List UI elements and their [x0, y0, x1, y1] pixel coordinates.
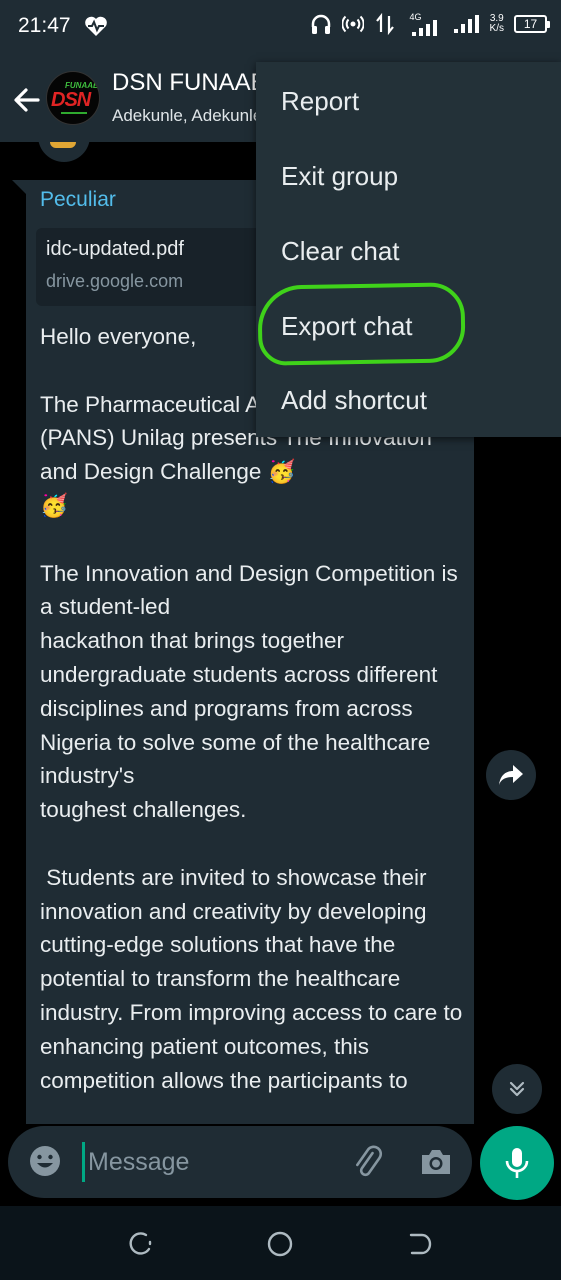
- forward-button[interactable]: [486, 750, 536, 800]
- bubble-tail: [12, 180, 26, 194]
- menu-item-report[interactable]: Report: [256, 64, 561, 138]
- export-chat-highlight-circle: [257, 282, 466, 366]
- signal-icon-2: [453, 15, 479, 33]
- avatar-main-text: DSN: [51, 89, 91, 111]
- emoji-icon[interactable]: [28, 1144, 62, 1178]
- scroll-to-bottom-button[interactable]: [492, 1064, 542, 1114]
- previous-message-bubble[interactable]: [38, 142, 90, 162]
- group-members[interactable]: Adekunle, Adekunle: [112, 106, 262, 126]
- back-arrow-icon[interactable]: [8, 80, 46, 120]
- headphones-icon: [311, 14, 330, 34]
- menu-item-exit-group[interactable]: Exit group: [256, 139, 561, 213]
- group-name[interactable]: DSN FUNAAB: [112, 69, 267, 97]
- menu-item-clear-chat[interactable]: Clear chat: [256, 214, 561, 288]
- double-chevron-down-icon: [509, 1081, 525, 1097]
- status-bar: 21:47 4G 3.9 K/s 17: [0, 0, 561, 58]
- avatar-underline: [61, 112, 87, 114]
- thumbs-up-emoji-icon: [50, 142, 76, 148]
- home-icon[interactable]: [266, 1230, 294, 1258]
- recent-apps-icon[interactable]: [126, 1230, 154, 1258]
- camera-icon[interactable]: [418, 1144, 454, 1180]
- message-composer[interactable]: [8, 1126, 472, 1198]
- text-cursor: [82, 1142, 85, 1182]
- status-time: 21:47: [18, 14, 71, 37]
- voice-message-button[interactable]: [480, 1126, 554, 1200]
- message-input[interactable]: [88, 1142, 338, 1182]
- overflow-menu: Report Exit group Clear chat Export chat…: [256, 62, 561, 437]
- message-sender[interactable]: Peculiar: [40, 188, 116, 212]
- microphone-icon: [505, 1148, 529, 1178]
- group-avatar[interactable]: FUNAAB DSN: [46, 71, 100, 125]
- system-navigation-bar: [0, 1206, 561, 1280]
- battery-icon: 17: [514, 15, 550, 33]
- menu-item-add-shortcut[interactable]: Add shortcut: [256, 363, 561, 437]
- link-preview-domain: drive.google.com: [46, 271, 184, 291]
- link-preview-title: idc-updated.pdf: [46, 238, 184, 260]
- data-transfer-icon: [375, 13, 394, 35]
- network-speed: 3.9 K/s: [489, 13, 504, 34]
- signal-icon: 4G: [406, 12, 444, 36]
- message-input-bar: [0, 1124, 561, 1206]
- forward-arrow-icon: [499, 765, 523, 785]
- heart-monitor-icon: [85, 16, 107, 36]
- paperclip-icon[interactable]: [350, 1144, 386, 1180]
- hotspot-icon: [341, 15, 364, 33]
- status-icons: 4G 3.9 K/s 17: [310, 12, 550, 36]
- back-nav-icon[interactable]: [406, 1230, 434, 1258]
